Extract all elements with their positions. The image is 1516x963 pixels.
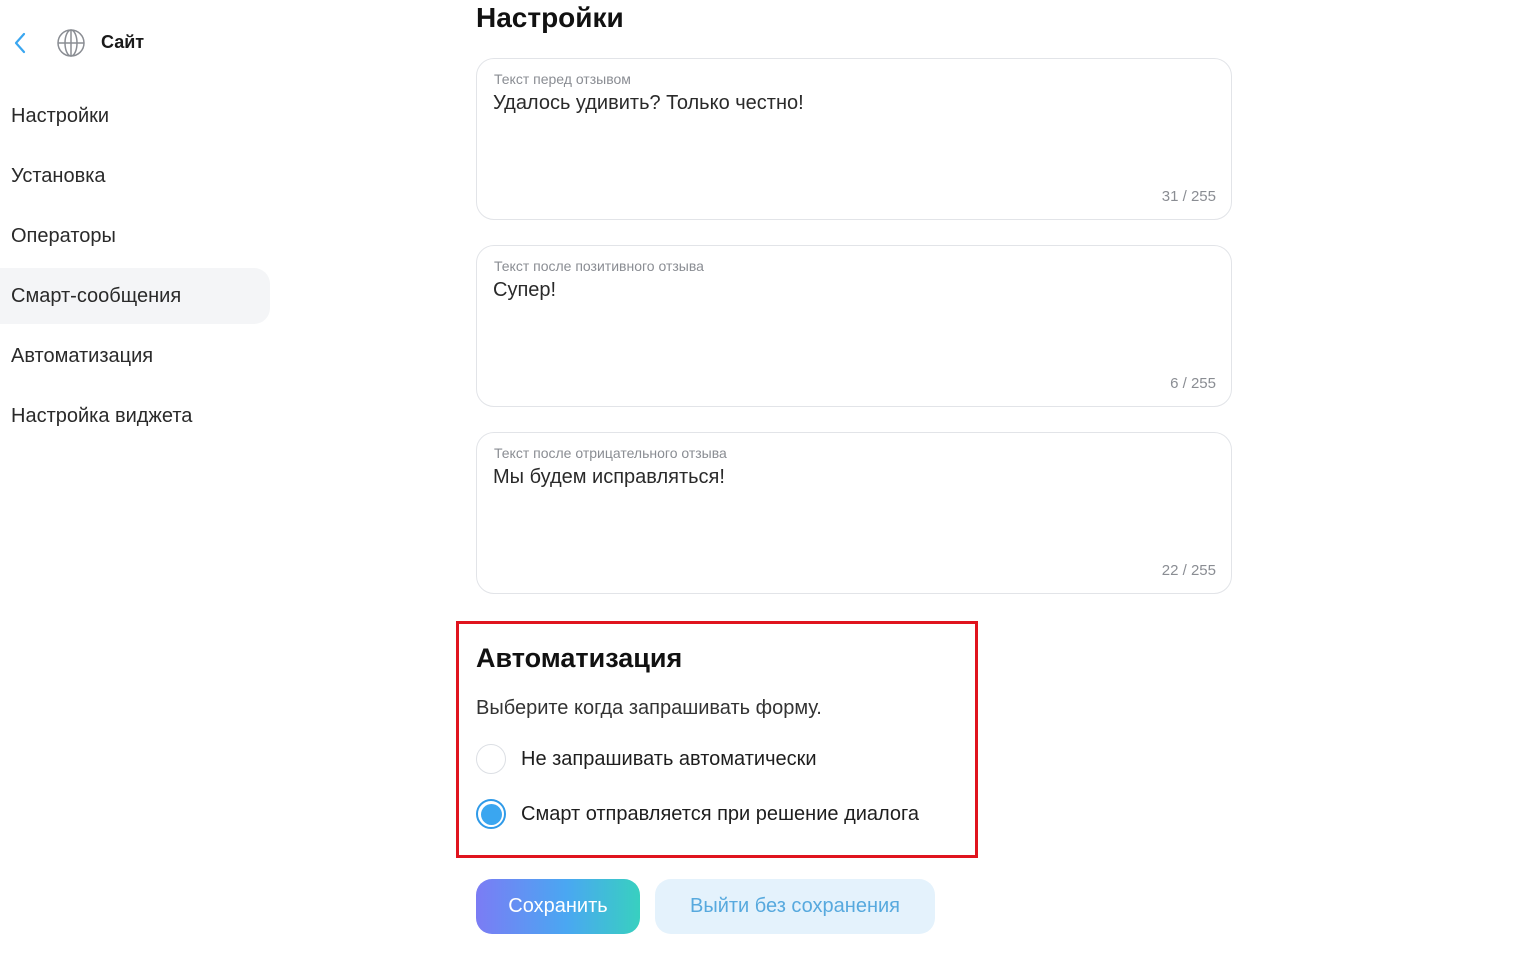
back-button[interactable] xyxy=(6,28,34,58)
sidebar-header: Сайт xyxy=(0,22,280,64)
char-counter: 31 / 255 xyxy=(1161,188,1216,205)
site-title: Сайт xyxy=(101,32,145,52)
char-counter: 6 / 255 xyxy=(1170,375,1216,392)
text-before-review-field[interactable]: Текст перед отзывом Удалось удивить? Тол… xyxy=(476,58,1232,220)
sidebar-item-installation[interactable]: Установка xyxy=(0,148,270,204)
radio-label[interactable]: Не запрашивать автоматически xyxy=(521,748,817,771)
field-value[interactable]: Супер! xyxy=(493,279,556,302)
radio-dot xyxy=(480,803,502,825)
field-label: Текст после позитивного отзыва xyxy=(494,258,704,274)
page: Сайт Настройки Установка Операторы Смарт… xyxy=(0,0,1516,963)
text-after-negative-review-field[interactable]: Текст после отрицательного отзыва Мы буд… xyxy=(476,432,1232,594)
chevron-left-icon[interactable] xyxy=(13,31,27,55)
radio-option-no-auto[interactable]: Не запрашивать автоматически xyxy=(476,743,817,775)
radio-label[interactable]: Смарт отправляется при решение диалога xyxy=(521,803,919,826)
field-label: Текст после отрицательного отзыва xyxy=(494,445,727,461)
radio-button-checked[interactable] xyxy=(476,799,506,829)
sidebar: Сайт Настройки Установка Операторы Смарт… xyxy=(0,0,280,963)
text-after-positive-review-field[interactable]: Текст после позитивного отзыва Супер! 6 … xyxy=(476,245,1232,407)
exit-without-saving-button[interactable]: Выйти без сохранения xyxy=(655,879,935,934)
automation-title: Автоматизация xyxy=(476,643,683,673)
automation-description: Выберите когда запрашивать форму. xyxy=(476,697,822,719)
radio-option-on-dialog-resolve[interactable]: Смарт отправляется при решение диалога xyxy=(476,798,919,830)
sidebar-item-operators[interactable]: Операторы xyxy=(0,208,270,264)
field-value[interactable]: Мы будем исправляться! xyxy=(493,466,725,489)
sidebar-item-automation[interactable]: Автоматизация xyxy=(0,328,270,384)
sidebar-item-settings[interactable]: Настройки xyxy=(0,88,270,144)
globe-icon xyxy=(57,29,85,57)
save-button[interactable]: Сохранить xyxy=(476,879,640,934)
field-value[interactable]: Удалось удивить? Только честно! xyxy=(493,92,804,115)
sidebar-item-smart-messages[interactable]: Смарт-сообщения xyxy=(0,268,270,324)
sidebar-nav: Настройки Установка Операторы Смарт-сооб… xyxy=(0,88,270,448)
field-label: Текст перед отзывом xyxy=(494,71,631,87)
page-title: Настройки xyxy=(476,2,624,33)
sidebar-item-widget-settings[interactable]: Настройка виджета xyxy=(0,388,270,444)
radio-button[interactable] xyxy=(476,744,506,774)
char-counter: 22 / 255 xyxy=(1161,562,1216,579)
